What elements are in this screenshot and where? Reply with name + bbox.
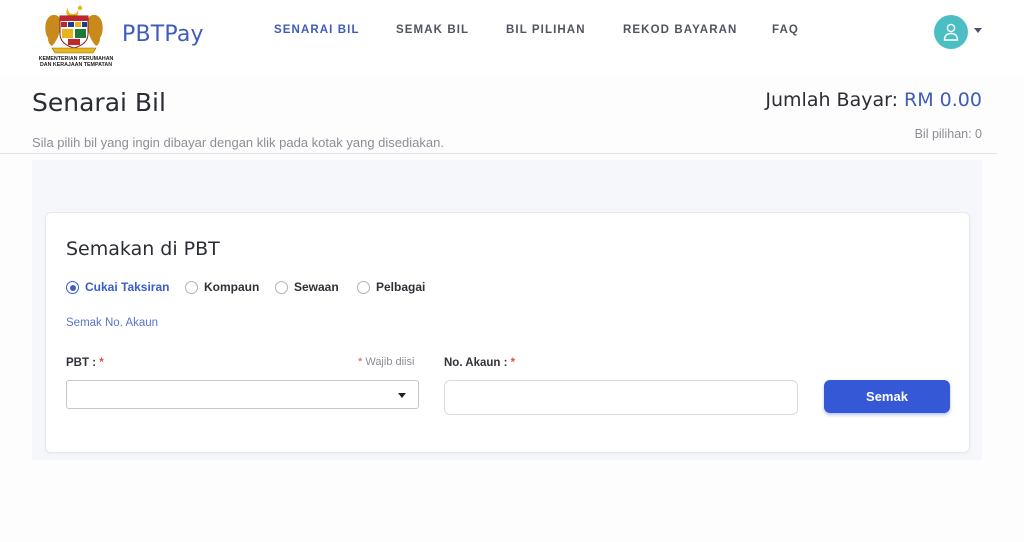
- required-note: * Wajib diisi: [358, 356, 414, 368]
- pbt-label-text: PBT :: [66, 357, 97, 369]
- required-asterisk: *: [510, 357, 516, 369]
- check-account-link[interactable]: Semak No. Akaun: [66, 317, 158, 329]
- payment-total: Jumlah Bayar: RM 0.00: [765, 89, 982, 111]
- radio-indicator[interactable]: [185, 281, 198, 294]
- account-field-label: No. Akaun : *: [444, 357, 515, 369]
- pbt-field-label: PBT : *: [66, 357, 104, 369]
- selected-bills-count: Bil pilihan: 0: [914, 127, 982, 141]
- required-note-text: Wajib diisi: [365, 356, 415, 368]
- radio-indicator[interactable]: [275, 281, 288, 294]
- radio-label[interactable]: Sewaan: [294, 280, 339, 294]
- ministry-logo[interactable]: KEMENTERIAN PERUMAHAN DAN KERAJAAN TEMPA…: [34, 4, 116, 72]
- payment-total-amount: RM 0.00: [904, 89, 982, 111]
- account-label-text: No. Akaun :: [444, 357, 508, 369]
- card-title: Semakan di PBT: [66, 238, 220, 260]
- radio-indicator[interactable]: [66, 281, 79, 294]
- radio-indicator[interactable]: [357, 281, 370, 294]
- nav-semak-bil[interactable]: SEMAK BIL: [396, 24, 469, 36]
- account-number-input[interactable]: [444, 380, 798, 415]
- submit-check-button[interactable]: Semak: [824, 380, 950, 413]
- user-icon: [943, 23, 959, 41]
- divider: [0, 153, 997, 154]
- required-asterisk: *: [358, 356, 363, 368]
- top-header: KEMENTERIAN PERUMAHAN DAN KERAJAAN TEMPA…: [0, 0, 1024, 76]
- coat-of-arms-icon: [45, 5, 103, 54]
- radio-label[interactable]: Cukai Taksiran: [85, 280, 169, 294]
- nav-rekod-bayaran[interactable]: REKOD BAYARAN: [623, 24, 737, 36]
- page-subtitle: Sila pilih bil yang ingin dibayar dengan…: [32, 135, 444, 150]
- brand-name[interactable]: PBTPay: [122, 22, 204, 47]
- nav-bil-pilihan[interactable]: BIL PILIHAN: [506, 24, 586, 36]
- payment-total-label: Jumlah Bayar:: [765, 89, 898, 111]
- required-asterisk: *: [99, 357, 104, 369]
- radio-label[interactable]: Kompaun: [204, 280, 259, 294]
- logo-caption: KEMENTERIAN PERUMAHAN DAN KERAJAAN TEMPA…: [38, 56, 114, 69]
- user-menu-chevron-down-icon[interactable]: [974, 28, 982, 33]
- nav-faq[interactable]: FAQ: [772, 24, 799, 36]
- nav-senarai-bil[interactable]: SENARAI BIL: [274, 24, 360, 36]
- user-avatar-button[interactable]: [934, 15, 968, 49]
- caret-down-icon[interactable]: [398, 393, 406, 398]
- page-title: Senarai Bil: [32, 88, 166, 117]
- radio-label[interactable]: Pelbagai: [376, 280, 425, 294]
- pbt-select[interactable]: [66, 380, 419, 409]
- search-card: Semakan di PBT Cukai Taksiran Kompaun Se…: [45, 212, 970, 453]
